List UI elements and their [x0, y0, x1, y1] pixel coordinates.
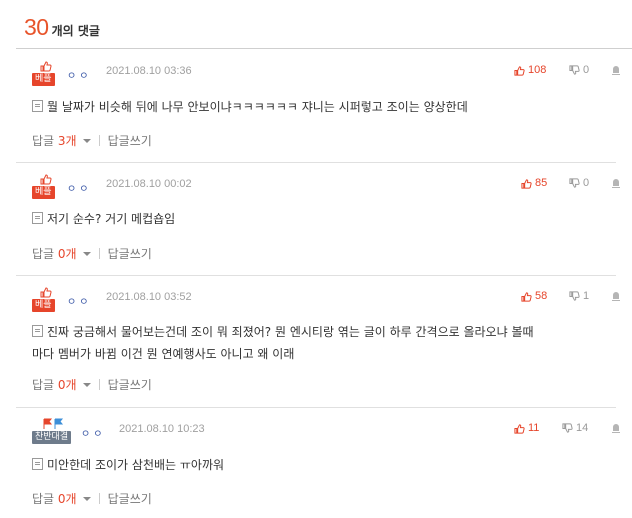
comment-count: 30: [24, 14, 49, 40]
separator: [98, 379, 100, 390]
reply-bar: 답글 0개 답글쓰기: [32, 245, 152, 262]
separator: [98, 135, 100, 146]
reply-count: 3개: [57, 134, 77, 148]
author-name[interactable]: ㅇㅇ: [67, 180, 91, 195]
badge-label: 찬반대결: [32, 431, 72, 444]
reply-bar: 답글 3개 답글쓰기: [32, 132, 152, 149]
comment-date: 2021.08.10 10:23: [119, 423, 205, 435]
separator: [98, 248, 100, 259]
chevron-down-icon[interactable]: [82, 382, 91, 387]
comment-body: 저기 순수? 거기 메컵숍임: [32, 208, 622, 230]
like-count: 11: [528, 422, 540, 434]
write-reply-link[interactable]: 답글쓰기: [108, 132, 152, 149]
reply-count: 0개: [57, 378, 77, 392]
comment-date: 2021.08.10 03:52: [106, 291, 192, 303]
reply-count: 0개: [57, 492, 77, 506]
dislike-button[interactable]: 0: [569, 177, 589, 189]
comment-line: 뭘 날짜가 비슷해 뒤에 나무 안보이냐ㅋㅋㅋㅋㅋㅋ 쟈니는 시퍼렇고 조이는 …: [32, 96, 622, 118]
thumbs-up-icon: [521, 291, 532, 302]
best-badge: 베플: [32, 173, 60, 201]
report-icon[interactable]: [610, 290, 622, 302]
like-count: 85: [535, 177, 548, 189]
like-button[interactable]: 108: [514, 64, 546, 76]
report-icon[interactable]: [610, 177, 622, 189]
document-icon: [32, 458, 43, 470]
dislike-button[interactable]: 14: [562, 422, 588, 434]
comment-date: 2021.08.10 00:02: [106, 178, 192, 190]
write-reply-link[interactable]: 답글쓰기: [108, 245, 152, 262]
flags-icon: [43, 418, 64, 429]
write-reply-link[interactable]: 답글쓰기: [108, 376, 152, 393]
separator: [98, 493, 100, 504]
thumbs-down-icon: [562, 422, 573, 433]
thumbs-up-icon: [40, 174, 52, 185]
thumbs-up-icon: [40, 287, 52, 298]
badge-label: 베플: [32, 299, 55, 312]
comment-count-label: 개의 댓글: [51, 24, 100, 38]
comment-line: 마다 멤버가 바뀜 이건 뭔 연예행사도 아니고 왜 이래: [32, 347, 295, 361]
reply-toggle[interactable]: 답글 0개: [32, 376, 77, 393]
comment-line: 진짜 궁금해서 물어보는건데 조이 뭐 죄졌어? 뭔 엔시티랑 엮는 글이 하루…: [32, 321, 622, 343]
like-button[interactable]: 58: [521, 290, 547, 302]
comments-header: 30 개의 댓글: [24, 14, 100, 42]
badge-label: 베플: [32, 186, 55, 199]
dislike-button[interactable]: 1: [569, 290, 589, 302]
chevron-down-icon[interactable]: [82, 496, 91, 501]
reply-toggle[interactable]: 답글 0개: [32, 490, 77, 507]
report-icon[interactable]: [610, 422, 622, 434]
comment-body: 뭘 날짜가 비슷해 뒤에 나무 안보이냐ㅋㅋㅋㅋㅋㅋ 쟈니는 시퍼렇고 조이는 …: [32, 96, 622, 118]
thumbs-down-icon: [569, 177, 580, 188]
document-icon: [32, 212, 43, 224]
like-count: 108: [528, 64, 547, 76]
thumbs-up-icon: [40, 61, 52, 72]
dislike-button[interactable]: 0: [569, 64, 589, 76]
comment-body: 미안한데 조이가 삼천배는 ㅠ아까워: [32, 454, 622, 476]
document-icon: [32, 100, 43, 112]
thumbs-down-icon: [569, 64, 580, 75]
versus-badge: 찬반대결: [32, 418, 72, 446]
dislike-count: 0: [583, 177, 590, 189]
dislike-count: 0: [583, 64, 590, 76]
thumbs-up-icon: [521, 178, 532, 189]
dislike-count: 1: [583, 290, 590, 302]
like-button[interactable]: 85: [521, 177, 547, 189]
reply-bar: 답글 0개 답글쓰기: [32, 376, 152, 393]
comment-line: 저기 순수? 거기 메컵숍임: [32, 208, 622, 230]
comment-body: 진짜 궁금해서 물어보는건데 조이 뭐 죄졌어? 뭔 엔시티랑 엮는 글이 하루…: [32, 321, 622, 365]
thumbs-up-icon: [514, 423, 525, 434]
thumbs-down-icon: [569, 290, 580, 301]
author-name[interactable]: ㅇㅇ: [81, 425, 105, 440]
reply-bar: 답글 0개 답글쓰기: [32, 490, 152, 507]
chevron-down-icon[interactable]: [82, 138, 91, 143]
write-reply-link[interactable]: 답글쓰기: [108, 490, 152, 507]
report-icon[interactable]: [610, 64, 622, 76]
badge-label: 베플: [32, 73, 55, 86]
thumbs-up-icon: [514, 65, 525, 76]
reply-toggle[interactable]: 답글 3개: [32, 132, 77, 149]
reply-toggle[interactable]: 답글 0개: [32, 245, 77, 262]
reply-count: 0개: [57, 247, 77, 261]
comment-line: 미안한데 조이가 삼천배는 ㅠ아까워: [32, 454, 622, 476]
like-button[interactable]: 11: [514, 422, 539, 434]
document-icon: [32, 325, 43, 337]
best-badge: 베플: [32, 60, 60, 88]
like-count: 58: [535, 290, 548, 302]
best-badge: 베플: [32, 286, 60, 314]
chevron-down-icon[interactable]: [82, 251, 91, 256]
comment-date: 2021.08.10 03:36: [106, 65, 192, 77]
author-name[interactable]: ㅇㅇ: [67, 67, 91, 82]
dislike-count: 14: [576, 422, 589, 434]
header-divider: [16, 48, 632, 49]
author-name[interactable]: ㅇㅇ: [67, 293, 91, 308]
